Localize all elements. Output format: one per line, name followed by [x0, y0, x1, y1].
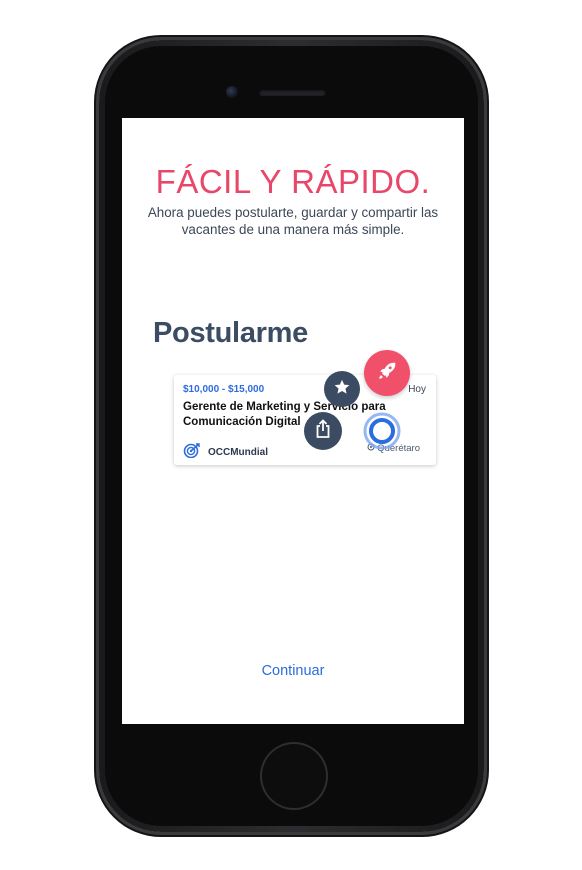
home-button	[262, 744, 326, 808]
touch-indicator-icon	[362, 411, 402, 451]
job-salary: $10,000 - $15,000	[183, 384, 265, 395]
front-camera	[226, 86, 238, 98]
share-icon	[314, 418, 332, 444]
rocket-icon	[376, 360, 398, 387]
brand-name: OCCMundial	[208, 447, 268, 458]
share-button[interactable]	[304, 412, 342, 450]
page-subtitle: Ahora puedes postularte, guardar y compa…	[147, 205, 439, 237]
job-date: Hoy	[408, 384, 426, 395]
brand: OCCMundial	[182, 442, 268, 463]
apply-button[interactable]	[364, 350, 410, 396]
continue-button[interactable]: Continuar	[122, 663, 464, 679]
page-title: FÁCIL Y RÁPIDO.	[155, 163, 431, 200]
save-button[interactable]	[324, 371, 360, 407]
star-icon	[333, 378, 351, 401]
section-title: Postularme	[153, 317, 308, 349]
earpiece-speaker	[259, 89, 326, 96]
app-screen: FÁCIL Y RÁPIDO. Ahora puedes postularte,…	[122, 118, 464, 724]
occ-target-icon	[182, 442, 202, 463]
